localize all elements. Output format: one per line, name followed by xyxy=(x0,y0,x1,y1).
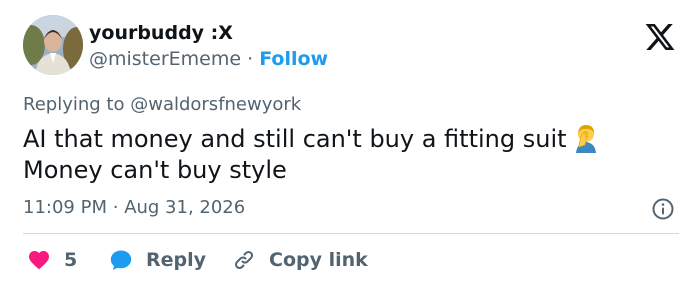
timestamp-separator: · xyxy=(112,197,119,218)
speech-bubble-icon xyxy=(110,250,132,270)
link-icon xyxy=(234,250,254,270)
display-name[interactable]: yourbuddy :X xyxy=(89,21,233,45)
tweet-text-line-1: AI that money and still can't buy a fitt… xyxy=(23,123,683,155)
man-facepalming-emoji-icon xyxy=(571,123,601,153)
copy-link-button[interactable]: Copy link xyxy=(232,246,368,274)
tweet-text: AI that money and still can't buy a fitt… xyxy=(23,123,683,186)
tweet-date: Aug 31, 2026 xyxy=(124,197,246,218)
handle[interactable]: @misterEmeme xyxy=(89,48,241,70)
divider xyxy=(23,233,679,234)
info-icon[interactable] xyxy=(651,197,675,221)
avatar-photo xyxy=(23,15,83,75)
tweet-text-line-1-text: AI that money and still can't buy a fitt… xyxy=(23,125,567,153)
handle-separator: · xyxy=(247,48,254,70)
tweet-card: yourbuddy :X @misterEmeme · Follow Reply… xyxy=(0,0,700,287)
reply-mention-link[interactable]: @waldorsfnewyork xyxy=(130,94,301,115)
x-logo-icon[interactable] xyxy=(643,21,677,53)
follow-button[interactable]: Follow xyxy=(259,48,328,70)
reply-button[interactable]: Reply xyxy=(109,246,206,274)
like-count: 5 xyxy=(64,249,78,271)
copy-link-label: Copy link xyxy=(269,249,368,271)
replying-prefix: Replying to xyxy=(23,94,125,115)
avatar[interactable] xyxy=(23,15,83,75)
timestamp[interactable]: 11:09 PM · Aug 31, 2026 xyxy=(23,196,245,220)
tweet-text-line-2: Money can't buy style xyxy=(23,156,287,184)
tweet-time: 11:09 PM xyxy=(23,197,107,218)
reply-label: Reply xyxy=(146,249,207,271)
heart-icon xyxy=(29,251,49,270)
handle-row: @misterEmeme · Follow xyxy=(89,47,328,71)
like-button[interactable]: 5 xyxy=(27,246,77,274)
replying-to: Replying to @waldorsfnewyork xyxy=(23,93,301,117)
